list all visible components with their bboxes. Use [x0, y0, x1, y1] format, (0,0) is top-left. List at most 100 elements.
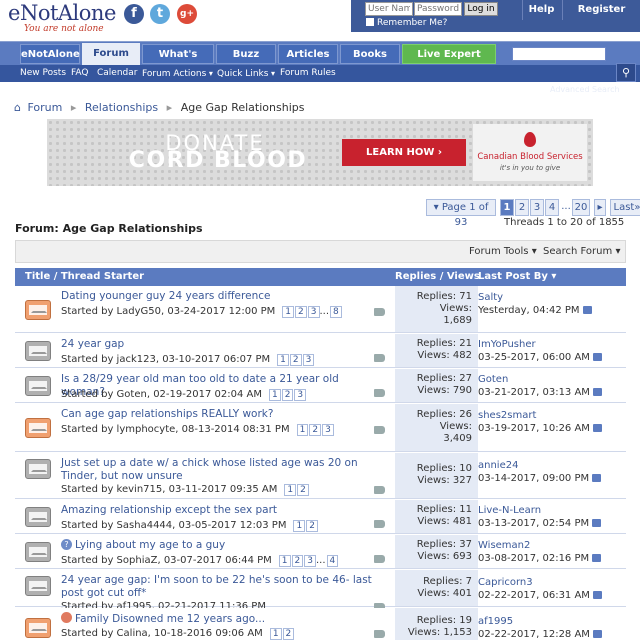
mini-page-link[interactable]: 2: [289, 354, 302, 366]
banner-learn-how-button[interactable]: LEARN HOW ›: [342, 139, 466, 166]
thread-title[interactable]: 24 year age gap: I'm soon to be 22 he's …: [61, 574, 381, 600]
thread-title-text[interactable]: Can age gap relationships REALLY work?: [61, 408, 273, 420]
subnav-quick-links[interactable]: Quick Links: [217, 65, 275, 82]
thread-title[interactable]: ? Lying about my age to a guy: [61, 539, 381, 552]
register-link[interactable]: Register: [562, 0, 640, 20]
mini-page-link[interactable]: 3: [307, 306, 320, 318]
last-post-user[interactable]: annie24: [478, 459, 623, 472]
last-post-user[interactable]: Goten: [478, 373, 623, 386]
mini-page-link[interactable]: 4: [326, 555, 339, 567]
page-link[interactable]: 3: [530, 199, 544, 216]
mini-page-link[interactable]: 3: [302, 354, 315, 366]
tab-buzz[interactable]: Buzz: [216, 44, 276, 64]
thread-title-text[interactable]: 24 year age gap: I'm soon to be 22 he's …: [61, 574, 372, 599]
mini-page-link[interactable]: 1: [293, 520, 306, 532]
last-post-user[interactable]: Wiseman2: [478, 539, 623, 552]
last-page-button[interactable]: Last»: [610, 199, 640, 216]
col-stats[interactable]: Replies / Views: [395, 268, 480, 286]
facebook-icon[interactable]: f: [124, 4, 144, 24]
thread-title[interactable]: Amazing relationship except the sex part: [61, 504, 381, 517]
page-link[interactable]: 20: [572, 199, 590, 216]
remember-me-checkbox[interactable]: Remember Me?: [366, 18, 447, 28]
tab-live-expert-advice[interactable]: Live Expert Advice: [402, 44, 496, 80]
thread-title[interactable]: Just set up a date w/ a chick whose list…: [61, 457, 381, 483]
last-post-user[interactable]: Capricorn3: [478, 576, 623, 589]
search-forum-menu[interactable]: Search Forum ▾: [543, 241, 620, 262]
tab-articles[interactable]: Articles: [278, 44, 338, 64]
subnav-new-posts[interactable]: New Posts: [20, 65, 66, 82]
mini-page-link[interactable]: 2: [282, 628, 295, 640]
mini-page-link[interactable]: 1: [278, 555, 291, 567]
mini-page-link[interactable]: 2: [297, 484, 309, 496]
checkbox-icon[interactable]: [366, 18, 374, 26]
thread-title[interactable]: Dating younger guy 24 years difference: [61, 290, 381, 303]
mini-page-link[interactable]: 8: [330, 306, 342, 318]
thread-title-text[interactable]: Dating younger guy 24 years difference: [61, 290, 270, 302]
tab-books[interactable]: Books: [340, 44, 400, 64]
forum-tools-menu[interactable]: Forum Tools ▾: [469, 241, 537, 262]
twitter-icon[interactable]: t: [150, 4, 170, 24]
page-link[interactable]: 2: [515, 199, 529, 216]
mini-page-link[interactable]: 2: [309, 424, 322, 436]
mini-page-link[interactable]: 1: [268, 389, 281, 401]
go-to-last-post-icon[interactable]: [582, 306, 592, 314]
mini-page-link[interactable]: 2: [291, 555, 304, 567]
login-button[interactable]: Log in: [464, 2, 498, 16]
last-post-user[interactable]: af1995: [478, 615, 623, 628]
go-to-last-post-icon[interactable]: [592, 424, 602, 432]
thread-title-text[interactable]: Family Disowned me 12 years ago...: [75, 613, 265, 625]
advanced-search-link[interactable]: Advanced Search: [550, 85, 620, 94]
go-to-last-post-icon[interactable]: [592, 630, 602, 638]
last-post-user[interactable]: Live-N-Learn: [478, 504, 623, 517]
mini-page-link[interactable]: 1: [277, 354, 289, 366]
mini-page-link[interactable]: 3: [304, 555, 316, 567]
thread-title-text[interactable]: Amazing relationship except the sex part: [61, 504, 277, 516]
col-title[interactable]: Title / Thread Starter: [25, 268, 144, 286]
mini-page-link[interactable]: 3: [322, 424, 334, 436]
go-to-last-post-icon[interactable]: [592, 353, 602, 361]
search-input[interactable]: [512, 47, 606, 61]
go-to-last-post-icon[interactable]: [592, 388, 602, 396]
breadcrumb-relationships[interactable]: Relationships: [85, 101, 158, 114]
search-button[interactable]: ⚲: [616, 63, 636, 82]
mini-page-link[interactable]: 1: [282, 306, 295, 318]
last-post-user[interactable]: Salty: [478, 291, 623, 304]
thread-title[interactable]: 24 year gap: [61, 338, 381, 351]
go-to-last-post-icon[interactable]: [592, 591, 602, 599]
last-post-user[interactable]: ImYoPusher: [478, 338, 623, 351]
mini-page-link[interactable]: 2: [306, 520, 318, 532]
mini-page-link[interactable]: 1: [269, 628, 282, 640]
mini-page-link[interactable]: 2: [281, 389, 294, 401]
last-post-user[interactable]: shes2smart: [478, 409, 623, 422]
go-to-last-post-icon[interactable]: [592, 554, 602, 562]
tab-forum[interactable]: Forum: [82, 43, 140, 66]
page-link-current[interactable]: 1: [500, 199, 514, 216]
page-link[interactable]: 4: [545, 199, 559, 216]
breadcrumb-forum[interactable]: Forum: [27, 101, 62, 114]
page-dropdown[interactable]: ▾ Page 1 of 93: [426, 199, 496, 228]
thread-title-text[interactable]: Just set up a date w/ a chick whose list…: [61, 457, 358, 482]
google-plus-icon[interactable]: g+: [177, 4, 197, 24]
site-logo[interactable]: eNotAlone You are not alone: [8, 2, 128, 36]
password-field[interactable]: [414, 2, 462, 16]
tab-whats-new[interactable]: What's New?: [142, 44, 214, 80]
home-icon[interactable]: ⌂: [14, 101, 21, 114]
mini-page-link[interactable]: 1: [296, 424, 309, 436]
username-field[interactable]: [365, 2, 413, 16]
help-link[interactable]: Help: [522, 0, 560, 20]
mini-page-link[interactable]: 1: [284, 484, 297, 496]
next-page-icon[interactable]: ▸: [594, 199, 606, 216]
subnav-calendar[interactable]: Calendar: [97, 65, 137, 82]
subnav-faq[interactable]: FAQ: [71, 65, 88, 82]
ad-banner[interactable]: DONATE CORD BLOOD LEARN HOW › Canadian B…: [47, 119, 593, 186]
thread-title[interactable]: Can age gap relationships REALLY work?: [61, 408, 381, 421]
subnav-forum-rules[interactable]: Forum Rules: [280, 65, 336, 82]
go-to-last-post-icon[interactable]: [592, 474, 602, 482]
go-to-last-post-icon[interactable]: [592, 519, 602, 527]
subnav-forum-actions[interactable]: Forum Actions: [142, 65, 213, 82]
mini-page-link[interactable]: 2: [295, 306, 307, 318]
thread-title-text[interactable]: 24 year gap: [61, 338, 124, 350]
thread-title[interactable]: Family Disowned me 12 years ago...: [61, 612, 381, 626]
col-last-post[interactable]: Last Post By ▾: [478, 268, 556, 286]
tab-enotalone[interactable]: eNotAlone: [20, 44, 80, 64]
